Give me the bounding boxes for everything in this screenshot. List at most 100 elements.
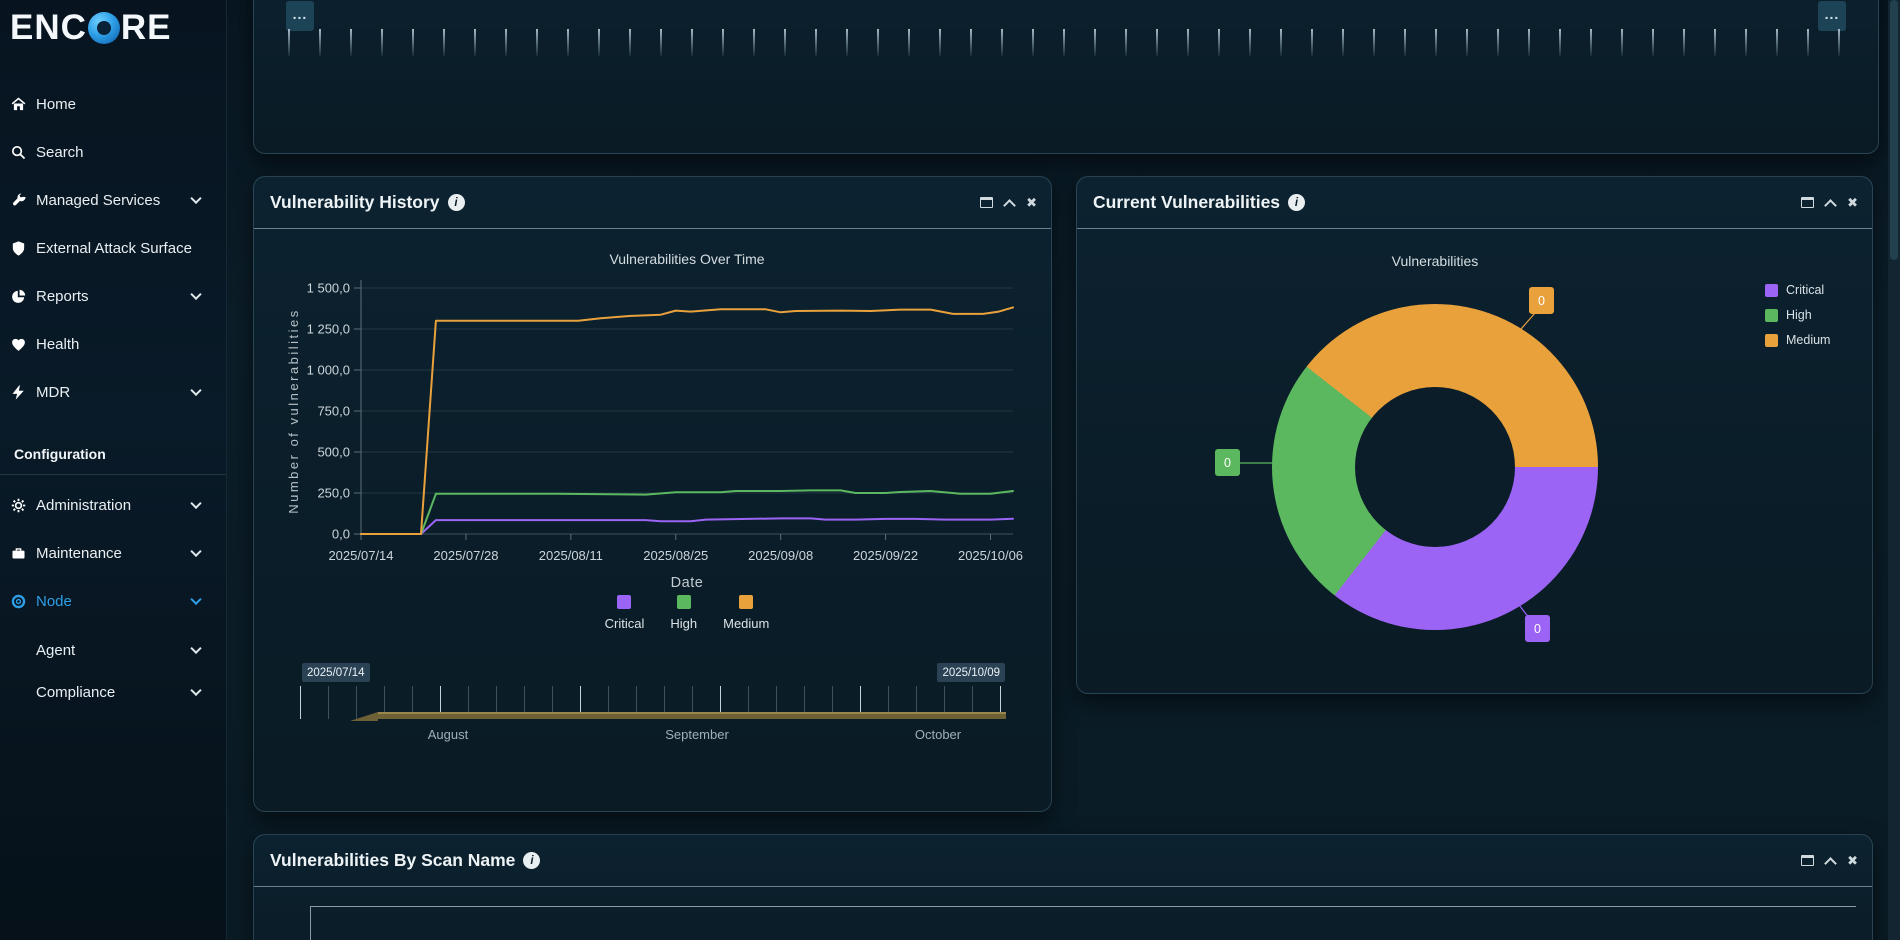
sidebar-item-node[interactable]: Node: [0, 577, 226, 625]
chevron-down-icon: [190, 546, 201, 557]
timeline-ruler[interactable]: [288, 29, 1848, 57]
legend-item-medium[interactable]: Medium: [723, 595, 769, 631]
range-start-handle[interactable]: 2025/07/14: [302, 663, 370, 682]
sidebar-item-compliance[interactable]: Compliance: [0, 671, 226, 713]
info-icon[interactable]: i: [523, 852, 540, 869]
timeline-tick: [319, 29, 321, 56]
current-vulnerabilities-header: Current Vulnerabilities i ✖: [1077, 177, 1872, 229]
sidebar-item-external-attack-surface[interactable]: External Attack Surface: [0, 224, 226, 272]
timeline-tick: [1435, 29, 1437, 56]
maximize-icon[interactable]: [1801, 855, 1814, 866]
timeline-tick: [1621, 29, 1623, 56]
line-chart-title: Vulnerabilities Over Time: [361, 251, 1013, 267]
scrollbar[interactable]: [1888, 0, 1900, 940]
timeline-tick: [1156, 29, 1158, 56]
critical-slice-label: 0: [1525, 615, 1550, 642]
maximize-icon[interactable]: [1801, 197, 1814, 208]
timeline-tick: [567, 29, 569, 56]
legend-item-high[interactable]: High: [1765, 308, 1830, 322]
sidebar-item-label: External Attack Surface: [36, 240, 192, 257]
timeline-tick: [1280, 29, 1282, 56]
timeline-tick: [629, 29, 631, 56]
series-line-medium: [361, 307, 1013, 534]
y-tick-label: 1 250,0: [307, 322, 350, 337]
sidebar-item-agent[interactable]: Agent: [0, 629, 226, 671]
legend-label: Critical: [1786, 283, 1824, 297]
info-icon[interactable]: i: [1288, 194, 1305, 211]
sidebar-item-mdr[interactable]: MDR: [0, 368, 226, 416]
date-range-slider[interactable]: 2025/07/14 2025/10/09 AugustSeptemberOct…: [300, 661, 1007, 747]
timeline-tick: [877, 29, 879, 56]
gear-icon: [10, 497, 27, 514]
sidebar-item-administration[interactable]: Administration: [0, 481, 226, 529]
x-tick-label: 2025/07/28: [433, 548, 498, 563]
legend-item-critical[interactable]: Critical: [605, 595, 645, 631]
search-icon: [10, 144, 27, 161]
timeline-tick: [1652, 29, 1654, 56]
timeline-tick: [691, 29, 693, 56]
timeline-card: ... ...: [253, 0, 1879, 154]
current-vulnerabilities-card: Current Vulnerabilities i ✖ Vulnerabilit…: [1076, 176, 1873, 694]
range-tick: [328, 686, 329, 719]
sidebar-item-search[interactable]: Search: [0, 128, 226, 176]
range-end-handle[interactable]: 2025/10/09: [937, 663, 1005, 682]
timeline-tick: [722, 29, 724, 56]
timeline-tick: [381, 29, 383, 56]
y-tick-label: 500,0: [317, 445, 350, 460]
y-tick-label: 1 000,0: [307, 363, 350, 378]
logo-text-left: ENC: [10, 8, 87, 48]
legend-swatch: [1765, 334, 1778, 347]
chevron-down-icon: [190, 385, 201, 396]
info-icon[interactable]: i: [448, 194, 465, 211]
timeline-tick: [1559, 29, 1561, 56]
range-month-label: September: [665, 727, 729, 742]
sidebar-item-reports[interactable]: Reports: [0, 272, 226, 320]
timeline-tick: [1373, 29, 1375, 56]
timeline-tick: [1342, 29, 1344, 56]
legend-label: Critical: [605, 616, 645, 631]
sidebar-item-label: Home: [36, 96, 76, 113]
collapse-icon[interactable]: [1824, 857, 1837, 870]
lightning-icon: [10, 384, 27, 401]
timeline-tick: [1032, 29, 1034, 56]
maximize-icon[interactable]: [980, 197, 993, 208]
timeline-menu-left-button[interactable]: ...: [286, 1, 314, 31]
high-slice-label: 0: [1215, 449, 1240, 476]
series-line-high: [361, 490, 1013, 534]
legend-swatch: [617, 595, 631, 609]
collapse-icon[interactable]: [1003, 199, 1016, 212]
main-content: ... ... Vulnerability History i ✖ Vulner…: [227, 0, 1900, 940]
line-chart: 0,0250,0500,0750,01 000,01 250,01 500,02…: [284, 272, 1029, 572]
sidebar-menu: Home SearchManaged Services External Attac…: [0, 80, 226, 416]
range-month-labels: AugustSeptemberOctober: [300, 727, 1007, 743]
timeline-tick: [939, 29, 941, 56]
timeline-tick: [970, 29, 972, 56]
donut-chart[interactable]: [1272, 304, 1598, 630]
collapse-icon[interactable]: [1824, 199, 1837, 212]
timeline-tick: [1776, 29, 1778, 56]
timeline-menu-right-button[interactable]: ...: [1818, 1, 1846, 31]
scrollbar-thumb[interactable]: [1890, 0, 1898, 260]
encore-logo[interactable]: ENC RE: [0, 0, 226, 48]
current-vulnerabilities-title: Current Vulnerabilities: [1093, 192, 1280, 213]
range-month-label: August: [428, 727, 468, 742]
legend-item-critical[interactable]: Critical: [1765, 283, 1830, 297]
x-tick-label: 2025/09/08: [748, 548, 813, 563]
legend-item-medium[interactable]: Medium: [1765, 333, 1830, 347]
sidebar-item-maintenance[interactable]: Maintenance: [0, 529, 226, 577]
timeline-tick: [908, 29, 910, 56]
legend-item-high[interactable]: High: [670, 595, 697, 631]
donut-legend: Critical High Medium: [1765, 283, 1830, 347]
timeline-tick: [536, 29, 538, 56]
sidebar-item-home[interactable]: Home: [0, 80, 226, 128]
close-icon[interactable]: ✖: [1847, 854, 1858, 867]
close-icon[interactable]: ✖: [1847, 196, 1858, 209]
x-tick-label: 2025/09/22: [853, 548, 918, 563]
series-line-critical: [361, 518, 1013, 534]
sidebar-item-managed-services[interactable]: Managed Services: [0, 176, 226, 224]
chevron-down-icon: [190, 498, 201, 509]
close-icon[interactable]: ✖: [1026, 196, 1037, 209]
chevron-down-icon: [190, 685, 201, 696]
sidebar-item-health[interactable]: Health: [0, 320, 226, 368]
vulnerabilities-by-scan-title: Vulnerabilities By Scan Name: [270, 850, 515, 871]
